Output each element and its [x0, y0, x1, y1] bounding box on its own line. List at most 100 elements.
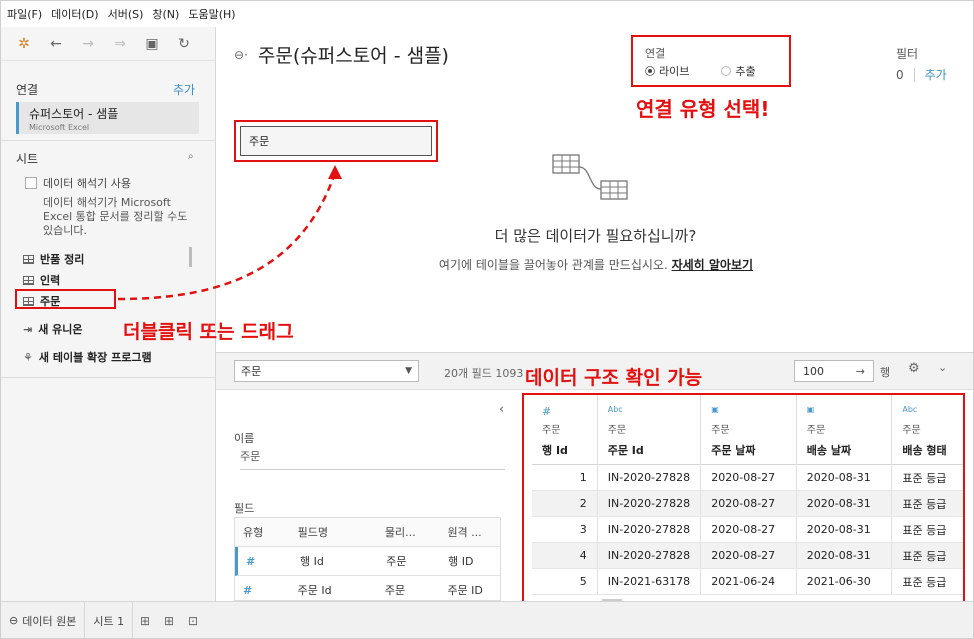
tableau-logo-icon[interactable]: ✲ — [15, 36, 33, 52]
rows-input[interactable]: 100 → — [794, 360, 874, 382]
grid-col-header[interactable]: Abc 주문 주문 Id — [598, 395, 702, 464]
live-radio[interactable] — [645, 66, 655, 76]
grid-cell[interactable]: IN-2020-27828 — [598, 465, 702, 490]
grid-col-field: 행 Id — [542, 444, 568, 457]
number-type-icon[interactable]: # — [235, 584, 290, 597]
grid-col-header[interactable]: Abc 주문 배송 형태 — [892, 395, 963, 464]
sheet-tab[interactable]: 시트 1 — [85, 602, 134, 638]
string-type-icon[interactable]: Abc — [902, 405, 963, 419]
orders-sheet-highlight — [15, 289, 116, 309]
grid-cell[interactable]: 2020-08-27 — [701, 465, 797, 490]
grid-cell[interactable]: 2 — [532, 491, 598, 516]
grid-cell[interactable]: IN-2021-63178 — [598, 569, 702, 594]
grid-cell[interactable]: 2020-08-31 — [797, 465, 893, 490]
table-row[interactable]: 4 IN-2020-27828 2020-08-27 2020-08-31 표준… — [532, 543, 963, 569]
connection-item[interactable]: 슈퍼스토어 - 샘플 Microsoft Excel — [16, 102, 199, 134]
name-value[interactable]: 주문 — [240, 448, 505, 470]
refresh-icon[interactable]: ↻ — [175, 36, 193, 52]
add-filter-link[interactable]: 추가 — [925, 66, 947, 83]
interpreter-checkbox-row[interactable]: 데이터 해석기 사용 — [25, 175, 131, 191]
interpreter-checkbox[interactable] — [25, 177, 37, 189]
grid-cell[interactable]: 4 — [532, 543, 598, 568]
number-type-icon[interactable]: # — [238, 555, 292, 568]
grid-col-header[interactable]: # 주문 행 Id — [532, 395, 598, 464]
menu-server[interactable]: 서버(S) — [108, 6, 144, 22]
grid-col-table: 주문 — [607, 425, 627, 436]
back-arrow-icon[interactable]: ← — [47, 36, 65, 52]
table-row[interactable]: # 행 Id 주문 행 ID — [235, 547, 500, 576]
table-row[interactable]: 1 IN-2020-27828 2020-08-27 2020-08-31 표준… — [532, 465, 963, 491]
table-row[interactable]: 5 IN-2021-63178 2021-06-24 2021-06-30 표준… — [532, 569, 963, 595]
divider — [1, 140, 215, 141]
learn-more-link[interactable]: 자세히 알아보기 — [672, 258, 753, 272]
chevron-down-icon[interactable]: ⌄ — [938, 361, 947, 374]
date-type-icon[interactable]: ▣ — [807, 405, 892, 419]
grid-cell[interactable]: 표준 등급 — [892, 543, 963, 568]
grid-col-header[interactable]: ▣ 주문 배송 날짜 — [797, 395, 893, 464]
rows-value: 100 — [803, 364, 824, 378]
grid-cell[interactable]: 표준 등급 — [892, 491, 963, 516]
menu-file[interactable]: 파일(F) — [7, 6, 42, 22]
sheet-item-people[interactable]: 인력 — [23, 272, 60, 288]
filter-separator — [913, 67, 915, 82]
table-select[interactable]: 주문 ▼ — [234, 360, 419, 382]
new-union-item[interactable]: ⇥ 새 유니온 — [23, 321, 83, 337]
collapse-left-icon[interactable]: ‹ — [499, 402, 504, 417]
grid-cell[interactable]: 2020-08-31 — [797, 491, 893, 516]
grid-cell[interactable]: 1 — [532, 465, 598, 490]
col-physical-table[interactable]: 물리... — [377, 524, 440, 540]
grid-cell[interactable]: 2020-08-31 — [797, 543, 893, 568]
redirect-icon[interactable]: ⇒ — [111, 36, 129, 52]
gear-icon[interactable]: ⚙ — [908, 361, 920, 376]
grid-cell[interactable]: 2021-06-30 — [797, 569, 893, 594]
grid-cell[interactable]: 2020-08-27 — [701, 543, 797, 568]
grid-cell[interactable]: 2020-08-27 — [701, 517, 797, 542]
sheet-grid-icon — [23, 275, 34, 285]
extract-radio[interactable] — [721, 66, 732, 76]
table-row[interactable]: # 주문 Id 주문 주문 ID — [235, 576, 500, 600]
database-icon: ⊖· — [234, 47, 248, 62]
grid-cell[interactable]: 표준 등급 — [892, 517, 963, 542]
menu-help[interactable]: 도움말(H) — [188, 6, 235, 22]
datasource-tab[interactable]: ⊖ 데이터 원본 — [1, 602, 86, 638]
grid-cell[interactable]: IN-2020-27828 — [598, 517, 702, 542]
new-extension-item[interactable]: ⚘ 새 테이블 확장 프로그램 — [23, 349, 152, 365]
data-preview-grid: # 주문 행 Id Abc 주문 주문 Id ▣ 주문 주문 날짜 ▣ 주문 배… — [522, 393, 965, 607]
filter-label: 필터 — [896, 47, 919, 61]
col-remote-field[interactable]: 원격 ... — [439, 524, 500, 540]
new-extension-label: 새 테이블 확장 프로그램 — [38, 351, 152, 364]
menu-window[interactable]: 창(N) — [152, 6, 179, 22]
menu-data[interactable]: 데이터(D) — [51, 6, 98, 22]
grid-cell[interactable]: IN-2020-27828 — [598, 491, 702, 516]
connection-type-box: 연결 라이브 추출 — [631, 35, 791, 87]
table-row[interactable]: 3 IN-2020-27828 2020-08-27 2020-08-31 표준… — [532, 517, 963, 543]
arrow-right-icon[interactable]: → — [856, 365, 865, 378]
grid-cell[interactable]: 2020-08-27 — [701, 491, 797, 516]
forward-arrow-icon[interactable]: → — [79, 36, 97, 52]
datasource-title[interactable]: 주문(슈퍼스토어 - 샘플) — [258, 41, 449, 68]
add-connection-link[interactable]: 추가 — [173, 81, 195, 98]
canvas-table[interactable]: 주문 — [240, 126, 432, 156]
string-type-icon[interactable]: Abc — [608, 405, 701, 419]
search-icon[interactable]: ⌕ — [188, 151, 194, 162]
save-icon[interactable]: ▣ — [143, 36, 161, 52]
date-type-icon[interactable]: ▣ — [711, 405, 796, 419]
col-field-name[interactable]: 필드명 — [290, 524, 377, 540]
grid-cell[interactable]: 2020-08-31 — [797, 517, 893, 542]
number-type-icon[interactable]: # — [542, 405, 597, 419]
filter-count: 0 — [896, 67, 904, 82]
grid-col-header[interactable]: ▣ 주문 주문 날짜 — [701, 395, 797, 464]
grid-cell[interactable]: 표준 등급 — [892, 569, 963, 594]
table-row[interactable]: 2 IN-2020-27828 2020-08-27 2020-08-31 표준… — [532, 491, 963, 517]
grid-cell[interactable]: 3 — [532, 517, 598, 542]
new-worksheet-icon[interactable]: ⊞ — [133, 602, 157, 638]
grid-cell[interactable]: IN-2020-27828 — [598, 543, 702, 568]
filter-block: 필터 0 추가 — [896, 45, 947, 83]
grid-col-field: 배송 형태 — [902, 444, 947, 457]
grid-cell[interactable]: 5 — [532, 569, 598, 594]
grid-cell[interactable]: 2021-06-24 — [701, 569, 797, 594]
new-story-icon[interactable]: ⊡ — [181, 602, 205, 638]
new-dashboard-icon[interactable]: ⊞ — [157, 602, 181, 638]
col-type[interactable]: 유형 — [235, 524, 290, 540]
grid-cell[interactable]: 표준 등급 — [892, 465, 963, 490]
